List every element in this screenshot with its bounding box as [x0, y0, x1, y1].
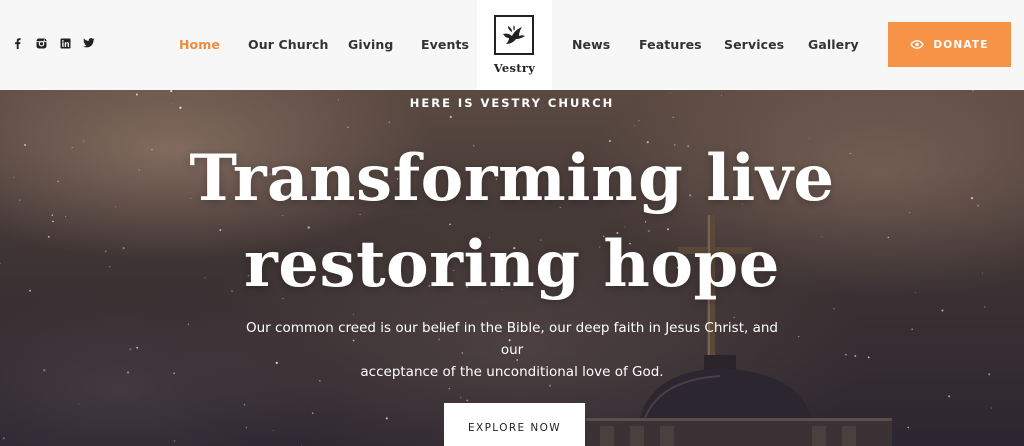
twitter-icon[interactable]	[83, 37, 95, 49]
hero-section: HERE IS VESTRY CHURCH Transforming live …	[0, 90, 1024, 446]
hero-subtitle-line-2: acceptance of the unconditional love of …	[360, 364, 664, 380]
nav-news[interactable]: News	[572, 37, 610, 52]
site-header: Home Our Church Giving Events Vestry New…	[0, 0, 1024, 90]
hero-subtitle: Our common creed is our belief in the Bi…	[240, 317, 784, 383]
nav-events[interactable]: Events	[421, 37, 469, 52]
hero-headline-line-2: restoring hope	[244, 227, 780, 302]
nav-features[interactable]: Features	[639, 37, 702, 52]
dove-icon	[494, 15, 534, 55]
nav-our-church[interactable]: Our Church	[248, 37, 329, 52]
nav-home[interactable]: Home	[179, 37, 220, 52]
donate-button[interactable]: DONATE	[888, 22, 1011, 67]
site-logo[interactable]: Vestry	[477, 0, 552, 90]
hero-subtitle-line-1: Our common creed is our belief in the Bi…	[246, 320, 778, 358]
explore-now-label: EXPLORE NOW	[467, 422, 562, 434]
nav-services[interactable]: Services	[724, 37, 784, 52]
explore-now-button[interactable]: EXPLORE NOW	[444, 403, 585, 446]
donate-label: DONATE	[933, 38, 989, 51]
facebook-icon[interactable]	[11, 37, 23, 49]
hero-eyebrow: HERE IS VESTRY CHURCH	[409, 96, 615, 110]
nav-giving[interactable]: Giving	[348, 37, 393, 52]
eye-icon	[910, 36, 925, 54]
social-links	[11, 37, 95, 49]
nav-gallery[interactable]: Gallery	[808, 37, 859, 52]
hero-headline-line-1: Transforming live	[189, 141, 835, 216]
instagram-icon[interactable]	[35, 37, 47, 49]
logo-text: Vestry	[493, 61, 536, 75]
linkedin-icon[interactable]	[59, 37, 71, 49]
hero-headline: Transforming live restoring hope	[0, 136, 1024, 308]
